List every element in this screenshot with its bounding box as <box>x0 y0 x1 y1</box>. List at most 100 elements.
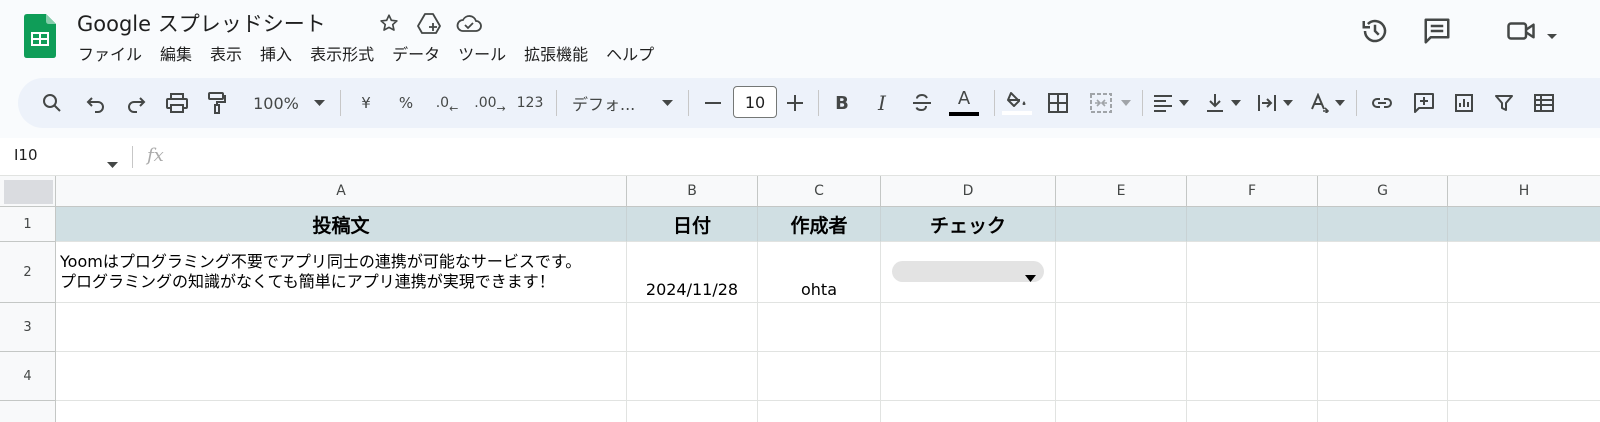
format-currency-button[interactable]: ¥ <box>354 78 378 128</box>
horizontal-align-icon[interactable] <box>1150 78 1176 128</box>
select-all-corner[interactable] <box>0 176 56 207</box>
cell-g1[interactable] <box>1318 207 1448 242</box>
cell-b5[interactable] <box>627 401 758 422</box>
cell-c1[interactable]: 作成者 <box>758 207 881 242</box>
bold-button[interactable]: B <box>830 78 854 128</box>
cell-a1[interactable]: 投稿文 <box>56 207 627 242</box>
column-header-g[interactable]: G <box>1318 176 1448 207</box>
meet-video-icon[interactable] <box>1506 16 1536 50</box>
print-icon[interactable] <box>162 78 192 128</box>
cell-d5[interactable] <box>881 401 1056 422</box>
cell-c2[interactable]: ohta <box>758 242 881 303</box>
font-family-select[interactable]: デフォ... <box>572 78 656 128</box>
fill-color-button[interactable] <box>1000 78 1034 128</box>
decrease-font-size-icon[interactable] <box>702 78 724 128</box>
cell-c5[interactable] <box>758 401 881 422</box>
dropdown-chip[interactable] <box>892 261 1044 282</box>
filter-views-icon[interactable] <box>1530 78 1560 128</box>
move-to-drive-icon[interactable] <box>416 10 442 36</box>
cell-f2[interactable] <box>1187 242 1318 303</box>
filter-icon[interactable] <box>1490 78 1518 128</box>
cell-a5[interactable] <box>56 401 627 422</box>
cell-f1[interactable] <box>1187 207 1318 242</box>
document-title[interactable]: Google スプレッドシート <box>77 8 326 38</box>
menu-extensions[interactable]: 拡張機能 <box>515 41 597 65</box>
zoom-dropdown-icon[interactable] <box>312 78 326 128</box>
column-header-a[interactable]: A <box>56 176 627 207</box>
sheets-logo-icon[interactable] <box>24 14 56 58</box>
font-dropdown-icon[interactable] <box>660 78 674 128</box>
search-menus-icon[interactable] <box>38 78 66 128</box>
column-header-f[interactable]: F <box>1187 176 1318 207</box>
version-history-icon[interactable] <box>1360 16 1390 50</box>
cell-h5[interactable] <box>1448 401 1600 422</box>
cell-c3[interactable] <box>758 303 881 352</box>
text-color-button[interactable]: A <box>946 78 982 128</box>
row-header-4[interactable]: 4 <box>0 352 56 401</box>
column-header-b[interactable]: B <box>627 176 758 207</box>
column-header-c[interactable]: C <box>758 176 881 207</box>
menu-help[interactable]: ヘルプ <box>597 41 663 65</box>
vertical-align-icon[interactable] <box>1202 78 1228 128</box>
strikethrough-icon[interactable] <box>908 78 936 128</box>
cell-b1[interactable]: 日付 <box>627 207 758 242</box>
menu-tools[interactable]: ツール <box>449 41 515 65</box>
merge-dropdown-icon[interactable] <box>1120 78 1132 128</box>
cell-d3[interactable] <box>881 303 1056 352</box>
column-header-d[interactable]: D <box>881 176 1056 207</box>
cell-b4[interactable] <box>627 352 758 401</box>
format-percent-button[interactable]: % <box>394 78 418 128</box>
undo-icon[interactable] <box>82 78 110 128</box>
zoom-select[interactable]: 100% <box>246 78 306 128</box>
cell-h3[interactable] <box>1448 303 1600 352</box>
chevron-down-icon[interactable] <box>1546 26 1558 45</box>
menu-view[interactable]: 表示 <box>201 41 251 65</box>
name-box[interactable]: I10 <box>14 146 38 164</box>
rotation-dropdown-icon[interactable] <box>1334 78 1346 128</box>
menu-data[interactable]: データ <box>383 41 449 65</box>
cell-h4[interactable] <box>1448 352 1600 401</box>
cell-e5[interactable] <box>1056 401 1187 422</box>
merge-cells-icon[interactable] <box>1086 78 1116 128</box>
menu-edit[interactable]: 編集 <box>151 41 201 65</box>
insert-link-icon[interactable] <box>1368 78 1396 128</box>
row-header-2[interactable]: 2 <box>0 242 56 303</box>
row-header-5[interactable] <box>0 401 56 422</box>
insert-comment-icon[interactable] <box>1410 78 1438 128</box>
font-size-input[interactable]: 10 <box>733 86 777 118</box>
row-header-3[interactable]: 3 <box>0 303 56 352</box>
column-header-h[interactable]: H <box>1448 176 1600 207</box>
cell-a3[interactable] <box>56 303 627 352</box>
cell-g2[interactable] <box>1318 242 1448 303</box>
cell-e2[interactable] <box>1056 242 1187 303</box>
star-icon[interactable] <box>376 10 402 36</box>
increase-font-size-icon[interactable] <box>784 78 806 128</box>
column-header-e[interactable]: E <box>1056 176 1187 207</box>
cell-f4[interactable] <box>1187 352 1318 401</box>
more-formats-button[interactable]: 123 <box>514 78 546 128</box>
menu-insert[interactable]: 挿入 <box>251 41 301 65</box>
wrap-dropdown-icon[interactable] <box>1282 78 1294 128</box>
cell-h2[interactable] <box>1448 242 1600 303</box>
cell-a2[interactable]: Yoomはプログラミング不要でアプリ同士の連携が可能なサービスです。 プログラミ… <box>56 242 627 303</box>
cell-f5[interactable] <box>1187 401 1318 422</box>
menu-format[interactable]: 表示形式 <box>301 41 383 65</box>
cell-b2[interactable]: 2024/11/28 <box>627 242 758 303</box>
increase-decimal-button[interactable]: .00 → <box>472 78 508 128</box>
decrease-decimal-button[interactable]: .0 ← <box>432 78 462 128</box>
cloud-saved-icon[interactable] <box>456 10 482 36</box>
cell-e3[interactable] <box>1056 303 1187 352</box>
redo-icon[interactable] <box>122 78 150 128</box>
valign-dropdown-icon[interactable] <box>1230 78 1242 128</box>
cell-g5[interactable] <box>1318 401 1448 422</box>
menu-file[interactable]: ファイル <box>69 41 151 65</box>
cell-d1[interactable]: チェック <box>881 207 1056 242</box>
cell-e1[interactable] <box>1056 207 1187 242</box>
cell-g4[interactable] <box>1318 352 1448 401</box>
cell-c4[interactable] <box>758 352 881 401</box>
cell-h1[interactable] <box>1448 207 1600 242</box>
text-wrapping-icon[interactable] <box>1254 78 1280 128</box>
cell-a4[interactable] <box>56 352 627 401</box>
cell-f3[interactable] <box>1187 303 1318 352</box>
insert-chart-icon[interactable] <box>1450 78 1478 128</box>
